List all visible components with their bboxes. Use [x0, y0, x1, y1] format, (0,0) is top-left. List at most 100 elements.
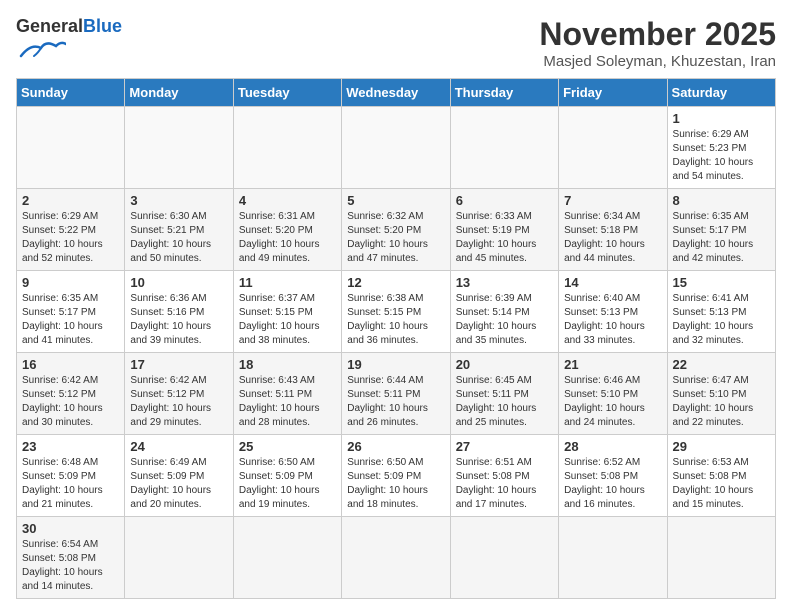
- day-number: 2: [22, 193, 119, 208]
- calendar-cell: [559, 107, 667, 189]
- day-number: 12: [347, 275, 444, 290]
- calendar-cell: [667, 517, 775, 599]
- calendar-cell: [342, 107, 450, 189]
- day-number: 17: [130, 357, 227, 372]
- calendar-cell: 9Sunrise: 6:35 AM Sunset: 5:17 PM Daylig…: [17, 271, 125, 353]
- day-info: Sunrise: 6:50 AM Sunset: 5:09 PM Dayligh…: [347, 456, 444, 512]
- calendar-cell: 3Sunrise: 6:30 AM Sunset: 5:21 PM Daylig…: [125, 189, 233, 271]
- day-number: 30: [22, 521, 119, 536]
- calendar-cell: 25Sunrise: 6:50 AM Sunset: 5:09 PM Dayli…: [233, 435, 341, 517]
- day-number: 5: [347, 193, 444, 208]
- day-number: 14: [564, 275, 661, 290]
- day-number: 8: [673, 193, 770, 208]
- day-number: 26: [347, 439, 444, 454]
- day-number: 20: [456, 357, 553, 372]
- calendar-cell: 2 Sunrise: 6:29 AM Sunset: 5:22 PM Daylig…: [17, 189, 125, 271]
- calendar-cell: 30 Sunrise: 6:54 AM Sunset: 5:08 PM Dayli…: [17, 517, 125, 599]
- calendar-cell: 15 Sunrise: 6:41 AM Sunset: 5:13 PM Dayli…: [667, 271, 775, 353]
- day-info: Sunrise: 6:33 AM Sunset: 5:19 PM Dayligh…: [456, 210, 553, 266]
- weekday-header-friday: Friday: [559, 79, 667, 107]
- calendar-cell: 21Sunrise: 6:46 AM Sunset: 5:10 PM Dayli…: [559, 353, 667, 435]
- calendar-cell: 6 Sunrise: 6:33 AM Sunset: 5:19 PM Daylig…: [450, 189, 558, 271]
- day-info: Sunrise: 6:29 AM Sunset: 5:22 PM Dayligh…: [22, 210, 119, 266]
- calendar-body: 1 Sunrise: 6:29 AM Sunset: 5:23 PM Daylig…: [17, 107, 776, 599]
- calendar-cell: [17, 107, 125, 189]
- day-number: 10: [130, 275, 227, 290]
- weekday-header-sunday: Sunday: [17, 79, 125, 107]
- day-number: 16: [22, 357, 119, 372]
- calendar-cell: [233, 107, 341, 189]
- day-info: Sunrise: 6:54 AM Sunset: 5:08 PM Dayligh…: [22, 538, 119, 594]
- day-number: 1: [673, 111, 770, 126]
- calendar-cell: [450, 517, 558, 599]
- day-info: Sunrise: 6:52 AM Sunset: 5:08 PM Dayligh…: [564, 456, 661, 512]
- day-number: 25: [239, 439, 336, 454]
- day-info: Sunrise: 6:34 AM Sunset: 5:18 PM Dayligh…: [564, 210, 661, 266]
- calendar-cell: 7Sunrise: 6:34 AM Sunset: 5:18 PM Daylig…: [559, 189, 667, 271]
- day-number: 27: [456, 439, 553, 454]
- day-info: Sunrise: 6:45 AM Sunset: 5:11 PM Dayligh…: [456, 374, 553, 430]
- calendar-cell: 22 Sunrise: 6:47 AM Sunset: 5:10 PM Dayli…: [667, 353, 775, 435]
- day-info: Sunrise: 6:49 AM Sunset: 5:09 PM Dayligh…: [130, 456, 227, 512]
- calendar-cell: 10 Sunrise: 6:36 AM Sunset: 5:16 PM Dayli…: [125, 271, 233, 353]
- calendar-cell: 26 Sunrise: 6:50 AM Sunset: 5:09 PM Dayli…: [342, 435, 450, 517]
- page-header: GeneralBlue November 2025 Masjed Soleyma…: [16, 16, 776, 70]
- logo-wordmark: GeneralBlue: [16, 16, 122, 38]
- day-info: Sunrise: 6:31 AM Sunset: 5:20 PM Dayligh…: [239, 210, 336, 266]
- weekday-header-tuesday: Tuesday: [233, 79, 341, 107]
- calendar-cell: 28Sunrise: 6:52 AM Sunset: 5:08 PM Dayli…: [559, 435, 667, 517]
- calendar-cell: 23 Sunrise: 6:48 AM Sunset: 5:09 PM Dayli…: [17, 435, 125, 517]
- logo-blue: Blue: [83, 16, 122, 36]
- day-info: Sunrise: 6:48 AM Sunset: 5:09 PM Dayligh…: [22, 456, 119, 512]
- calendar-cell: 12 Sunrise: 6:38 AM Sunset: 5:15 PM Dayli…: [342, 271, 450, 353]
- weekday-header-thursday: Thursday: [450, 79, 558, 107]
- day-info: Sunrise: 6:53 AM Sunset: 5:08 PM Dayligh…: [673, 456, 770, 512]
- day-info: Sunrise: 6:41 AM Sunset: 5:13 PM Dayligh…: [673, 292, 770, 348]
- day-number: 11: [239, 275, 336, 290]
- calendar-cell: 20 Sunrise: 6:45 AM Sunset: 5:11 PM Dayli…: [450, 353, 558, 435]
- day-info: Sunrise: 6:51 AM Sunset: 5:08 PM Dayligh…: [456, 456, 553, 512]
- calendar-week-row: 9Sunrise: 6:35 AM Sunset: 5:17 PM Daylig…: [17, 271, 776, 353]
- day-info: Sunrise: 6:38 AM Sunset: 5:15 PM Dayligh…: [347, 292, 444, 348]
- day-number: 19: [347, 357, 444, 372]
- day-info: Sunrise: 6:37 AM Sunset: 5:15 PM Dayligh…: [239, 292, 336, 348]
- day-info: Sunrise: 6:29 AM Sunset: 5:23 PM Dayligh…: [673, 128, 770, 184]
- day-info: Sunrise: 6:36 AM Sunset: 5:16 PM Dayligh…: [130, 292, 227, 348]
- day-number: 13: [456, 275, 553, 290]
- location-subtitle: Masjed Soleyman, Khuzestan, Iran: [539, 53, 776, 70]
- calendar-cell: 27 Sunrise: 6:51 AM Sunset: 5:08 PM Dayli…: [450, 435, 558, 517]
- calendar-cell: 29Sunrise: 6:53 AM Sunset: 5:08 PM Dayli…: [667, 435, 775, 517]
- weekday-header-row: SundayMondayTuesdayWednesdayThursdayFrid…: [17, 79, 776, 107]
- calendar-cell: 5Sunrise: 6:32 AM Sunset: 5:20 PM Daylig…: [342, 189, 450, 271]
- day-number: 6: [456, 193, 553, 208]
- calendar-cell: 13 Sunrise: 6:39 AM Sunset: 5:14 PM Dayli…: [450, 271, 558, 353]
- day-info: Sunrise: 6:44 AM Sunset: 5:11 PM Dayligh…: [347, 374, 444, 430]
- calendar-week-row: 30 Sunrise: 6:54 AM Sunset: 5:08 PM Dayli…: [17, 517, 776, 599]
- day-number: 4: [239, 193, 336, 208]
- calendar-cell: 19 Sunrise: 6:44 AM Sunset: 5:11 PM Dayli…: [342, 353, 450, 435]
- day-number: 21: [564, 357, 661, 372]
- day-info: Sunrise: 6:35 AM Sunset: 5:17 PM Dayligh…: [673, 210, 770, 266]
- calendar-week-row: 1 Sunrise: 6:29 AM Sunset: 5:23 PM Daylig…: [17, 107, 776, 189]
- day-info: Sunrise: 6:35 AM Sunset: 5:17 PM Dayligh…: [22, 292, 119, 348]
- calendar-week-row: 2 Sunrise: 6:29 AM Sunset: 5:22 PM Daylig…: [17, 189, 776, 271]
- logo-general: General: [16, 16, 83, 36]
- day-info: Sunrise: 6:42 AM Sunset: 5:12 PM Dayligh…: [130, 374, 227, 430]
- calendar-week-row: 16 Sunrise: 6:42 AM Sunset: 5:12 PM Dayli…: [17, 353, 776, 435]
- calendar-cell: 8 Sunrise: 6:35 AM Sunset: 5:17 PM Daylig…: [667, 189, 775, 271]
- calendar-cell: 17 Sunrise: 6:42 AM Sunset: 5:12 PM Dayli…: [125, 353, 233, 435]
- weekday-header-monday: Monday: [125, 79, 233, 107]
- day-info: Sunrise: 6:47 AM Sunset: 5:10 PM Dayligh…: [673, 374, 770, 430]
- day-number: 22: [673, 357, 770, 372]
- calendar-cell: 11 Sunrise: 6:37 AM Sunset: 5:15 PM Dayli…: [233, 271, 341, 353]
- day-info: Sunrise: 6:39 AM Sunset: 5:14 PM Dayligh…: [456, 292, 553, 348]
- day-info: Sunrise: 6:42 AM Sunset: 5:12 PM Dayligh…: [22, 374, 119, 430]
- day-number: 15: [673, 275, 770, 290]
- day-number: 24: [130, 439, 227, 454]
- calendar-cell: 18Sunrise: 6:43 AM Sunset: 5:11 PM Dayli…: [233, 353, 341, 435]
- calendar-cell: [450, 107, 558, 189]
- day-number: 3: [130, 193, 227, 208]
- day-number: 23: [22, 439, 119, 454]
- calendar-table: SundayMondayTuesdayWednesdayThursdayFrid…: [16, 78, 776, 599]
- calendar-cell: [125, 517, 233, 599]
